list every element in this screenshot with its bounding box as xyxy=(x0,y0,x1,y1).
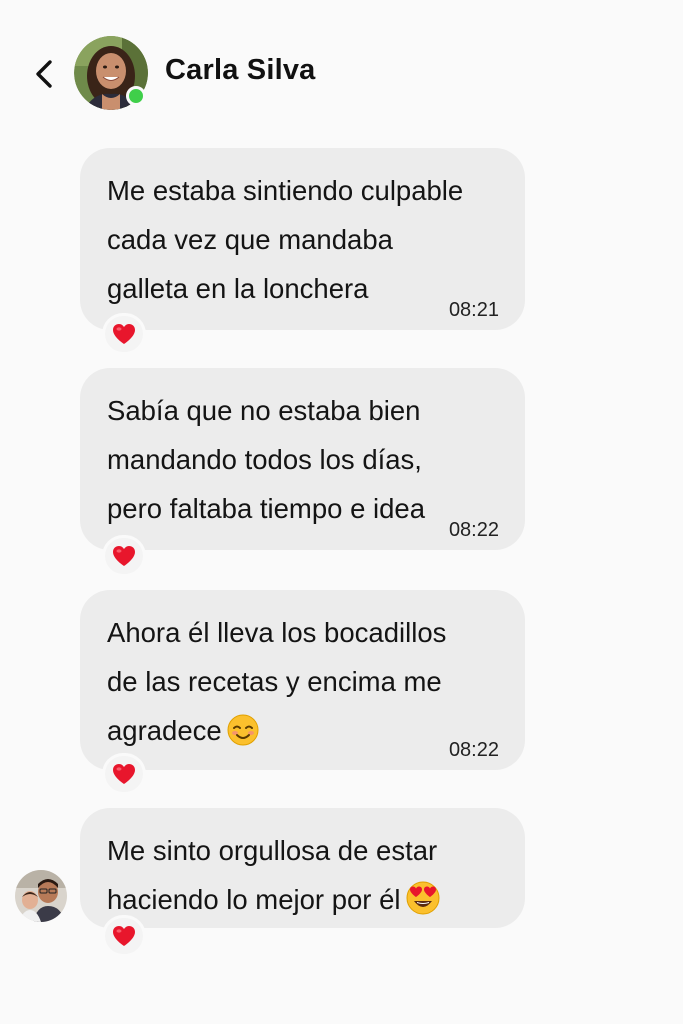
message-bubble[interactable]: Me estaba sintiendo culpable cada vez qu… xyxy=(80,148,525,330)
message-text-container: Me sinto orgullosa de estar haciendo lo … xyxy=(107,826,505,931)
message-reaction[interactable] xyxy=(105,918,143,954)
message-reaction[interactable] xyxy=(105,316,143,352)
message-text: Me estaba sintiendo culpable cada vez qu… xyxy=(107,175,464,304)
red-heart-icon xyxy=(113,926,135,946)
message-text-container: Ahora él lleva los bocadillos de las rec… xyxy=(107,608,505,762)
contact-avatar[interactable] xyxy=(74,36,148,110)
red-heart-icon xyxy=(113,764,135,784)
heart-eyes-emoji-icon xyxy=(405,880,441,931)
message-timestamp: 08:21 xyxy=(448,299,499,321)
message-bubble[interactable]: Ahora él lleva los bocadillos de las rec… xyxy=(80,590,525,770)
message-bubble[interactable]: Sabía que no estaba bien mandando todos … xyxy=(80,368,525,550)
message-bubble[interactable]: Me sinto orgullosa de estar haciendo lo … xyxy=(80,808,525,928)
message-reaction[interactable] xyxy=(105,538,143,574)
message-text: Ahora él lleva los bocadillos de las rec… xyxy=(107,617,447,746)
smiling-face-emoji-icon xyxy=(226,713,260,762)
back-button[interactable] xyxy=(28,56,62,92)
red-heart-icon xyxy=(113,546,135,566)
chevron-left-icon xyxy=(36,60,52,88)
sender-avatar[interactable] xyxy=(15,870,67,922)
message-timestamp: 08:22 xyxy=(448,519,499,541)
red-heart-icon xyxy=(113,324,135,344)
online-status-dot xyxy=(126,86,146,106)
contact-name: Carla Silva xyxy=(165,54,316,86)
message-text: Me sinto orgullosa de estar haciendo lo … xyxy=(107,835,438,915)
message-text: Sabía que no estaba bien mandando todos … xyxy=(107,395,425,524)
message-reaction[interactable] xyxy=(105,756,143,792)
sender-photo xyxy=(15,870,67,922)
chat-header: Carla Silva xyxy=(0,0,683,140)
message-timestamp: 08:22 xyxy=(448,739,499,761)
